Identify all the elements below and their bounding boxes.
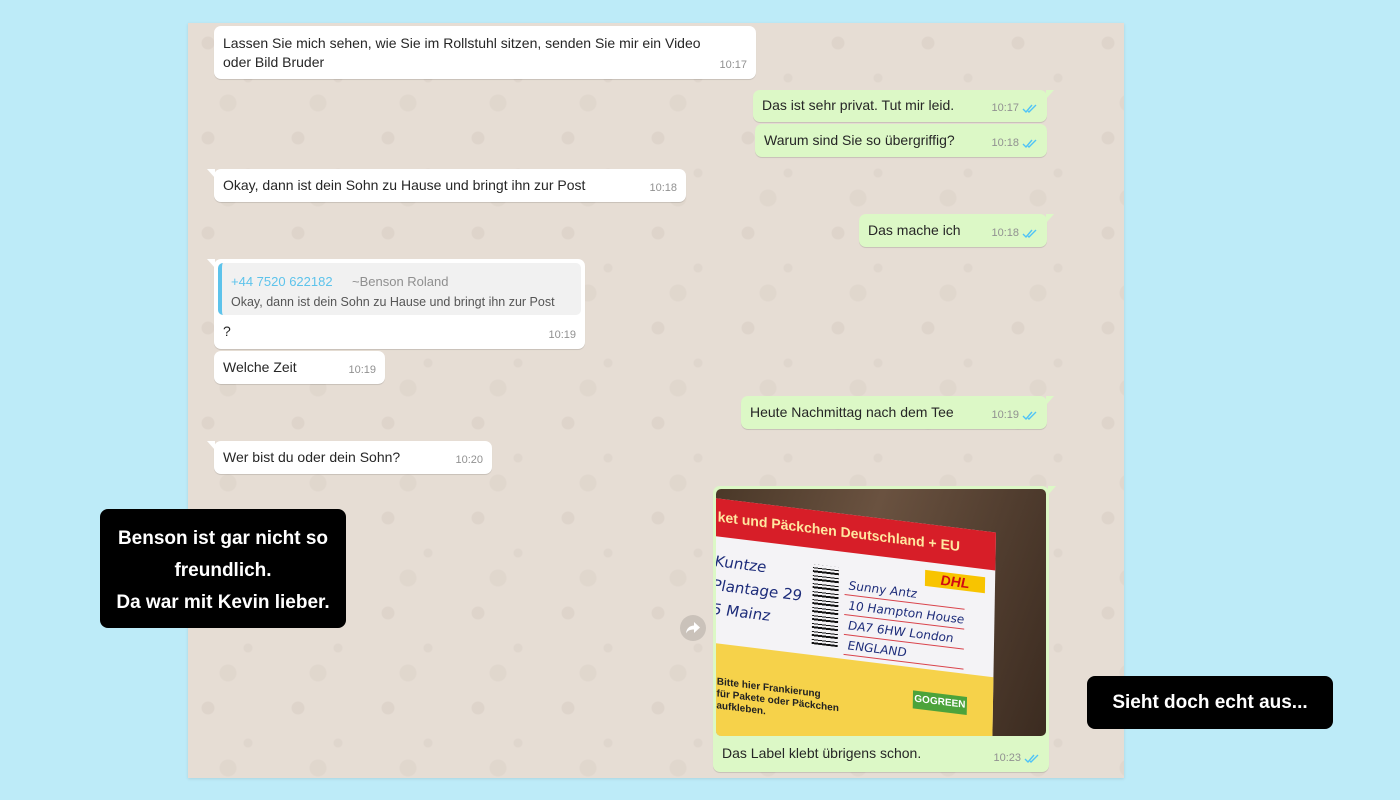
message-incoming-reply[interactable]: +44 7520 622182 ~Benson Roland Okay, dan… [207, 259, 585, 349]
message-outgoing[interactable]: Das ist sehr privat. Tut mir leid. 10:17 [753, 90, 1054, 122]
message-time: 10:18 [649, 182, 677, 194]
message-time: 10:19 [348, 364, 376, 376]
message-meta: 10:19 [991, 406, 1038, 425]
message-outgoing[interactable]: Heute Nachmittag nach dem Tee 10:19 [741, 396, 1054, 429]
message-outgoing[interactable]: Warum sind Sie so übergriffig? 10:18 [755, 124, 1047, 157]
quoted-message[interactable]: +44 7520 622182 ~Benson Roland Okay, dan… [218, 263, 581, 315]
message-outgoing[interactable]: Das mache ich 10:18 [859, 214, 1054, 247]
message-meta: 10:17 [719, 56, 747, 75]
message-time: 10:18 [991, 137, 1019, 149]
message-time: 10:18 [991, 227, 1019, 239]
message-text: Das ist sehr privat. Tut mir leid. [762, 97, 955, 113]
message-meta: 10:17 [991, 99, 1038, 118]
message-meta: 10:19 [348, 361, 376, 380]
forward-icon[interactable] [680, 615, 706, 641]
message-meta: 10:19 [548, 326, 576, 345]
chat-window: Lassen Sie mich sehen, wie Sie im Rollst… [188, 23, 1124, 778]
message-incoming[interactable]: Wer bist du oder dein Sohn? 10:20 [207, 441, 492, 474]
label-header-text: ket und Päckchen Deutschland + EU [717, 508, 961, 555]
message-text: Das Label klebt übrigens schon. [722, 745, 922, 761]
double-check-icon [1022, 411, 1037, 421]
message-time: 10:19 [991, 409, 1019, 421]
sender-line: 5 Mainz [716, 599, 771, 625]
message-text: Wer bist du oder dein Sohn? [223, 449, 401, 465]
message-text: Heute Nachmittag nach dem Tee [750, 404, 954, 420]
message-text: Welche Zeit [223, 359, 297, 375]
message-meta: 10:18 [649, 179, 677, 198]
message-meta: 10:20 [455, 451, 483, 470]
message-meta: 10:18 [991, 224, 1038, 243]
double-check-icon [1024, 754, 1039, 764]
annotation-line: freundlich. [174, 560, 272, 581]
message-time: 10:23 [993, 752, 1021, 764]
forward-arrow-icon [686, 622, 700, 634]
quoted-text: Okay, dann ist dein Sohn zu Hause und br… [231, 295, 555, 309]
message-time: 10:17 [719, 59, 747, 71]
quoted-sender-number: +44 7520 622182 [231, 274, 333, 289]
annotation-left: Benson ist gar nicht so freundlich. Da w… [100, 509, 346, 628]
message-incoming[interactable]: Okay, dann ist dein Sohn zu Hause und br… [207, 169, 686, 202]
message-time: 10:17 [991, 102, 1019, 114]
annotation-line: Da war mit Kevin lieber. [116, 592, 330, 613]
quoted-sender-name: ~Benson Roland [352, 274, 449, 289]
annotation-line: Benson ist gar nicht so [117, 528, 329, 549]
message-text: Lassen Sie mich sehen, wie Sie im Rollst… [223, 35, 701, 70]
message-text: Okay, dann ist dein Sohn zu Hause und br… [223, 177, 586, 193]
annotation-line: Sieht doch echt aus... [1112, 692, 1308, 713]
message-text: ? [223, 323, 231, 339]
sender-line: Kuntze [716, 552, 767, 577]
message-meta: 10:23 [993, 749, 1040, 768]
message-text: Warum sind Sie so übergriffig? [764, 132, 955, 148]
message-text: Das mache ich [868, 222, 961, 238]
shipping-label-photo[interactable]: ket und Päckchen Deutschland + EU DHL Ku… [716, 489, 1046, 736]
message-time: 10:20 [455, 454, 483, 466]
barcode [811, 564, 840, 648]
message-incoming[interactable]: Welche Zeit 10:19 [214, 351, 385, 384]
annotation-right: Sieht doch echt aus... [1087, 676, 1333, 729]
double-check-icon [1022, 229, 1037, 239]
dhl-logo: DHL [924, 569, 986, 594]
message-outgoing-image[interactable]: ket und Päckchen Deutschland + EU DHL Ku… [713, 486, 1056, 772]
message-meta: 10:18 [991, 134, 1038, 153]
message-time: 10:19 [548, 329, 576, 341]
double-check-icon [1022, 104, 1037, 114]
message-incoming[interactable]: Lassen Sie mich sehen, wie Sie im Rollst… [214, 26, 756, 79]
shipping-label: ket und Päckchen Deutschland + EU DHL Ku… [716, 497, 996, 736]
double-check-icon [1022, 139, 1037, 149]
